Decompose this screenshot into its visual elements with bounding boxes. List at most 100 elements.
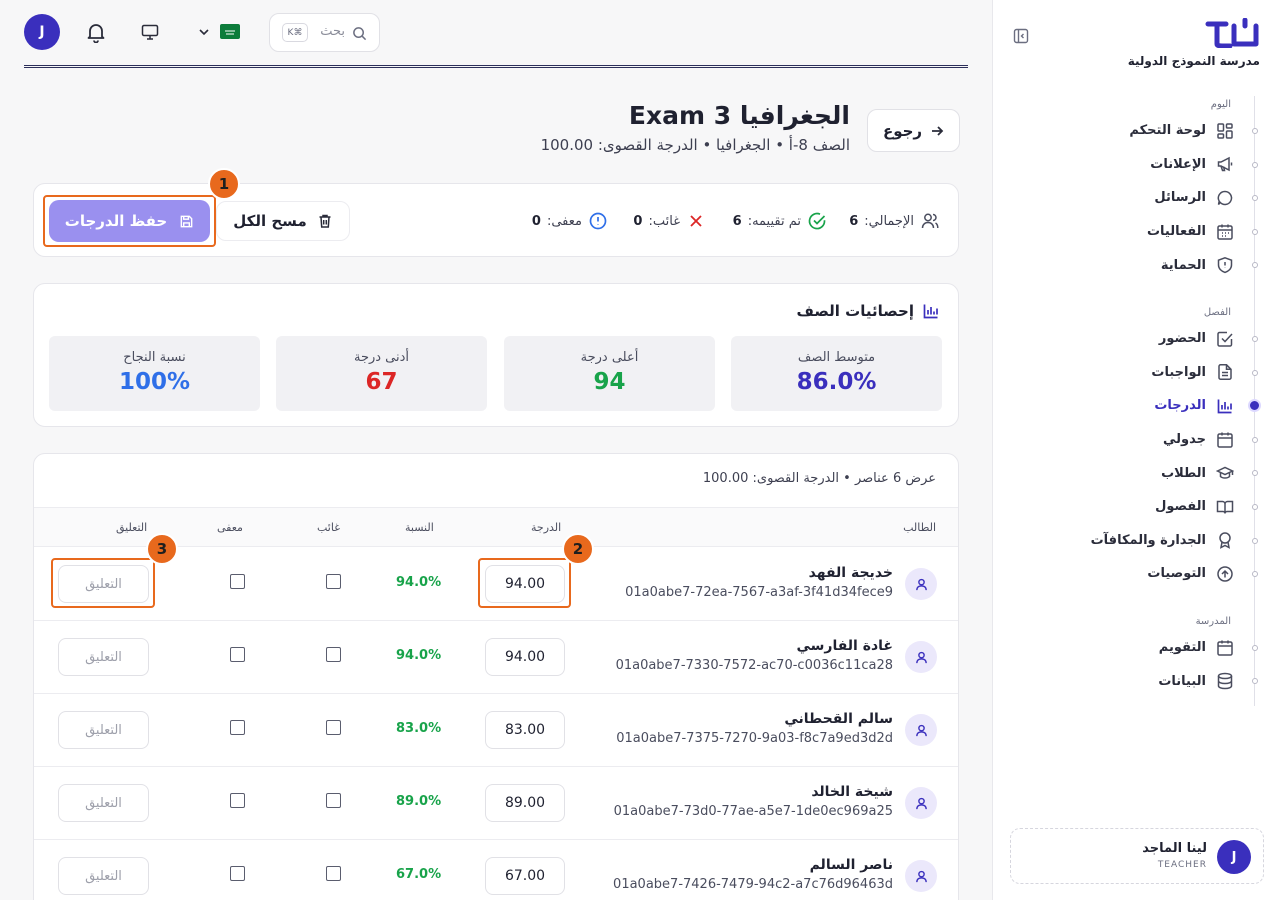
brand-logo[interactable] [1204, 18, 1260, 48]
absent-checkbox[interactable] [326, 793, 341, 808]
exempt-checkbox[interactable] [230, 647, 245, 662]
stat-graded-value: 6 [732, 213, 742, 229]
absent-checkbox[interactable] [326, 647, 341, 662]
sidebar-item-safeguarding[interactable]: الحماية [992, 248, 1280, 282]
absent-checkbox[interactable] [326, 720, 341, 735]
nav-dot [1252, 161, 1258, 168]
user-avatar-button[interactable]: J [24, 14, 60, 50]
chevron-down-icon[interactable] [197, 25, 211, 39]
sidebar-item-announcements[interactable]: الإعلانات [992, 148, 1280, 182]
comment-input[interactable]: التعليق [58, 784, 149, 822]
comment-input[interactable]: التعليق [58, 711, 149, 749]
header-grade: الدرجة [531, 521, 562, 534]
sidebar-item-assignments[interactable]: الواجبات [992, 356, 1280, 390]
exempt-checkbox[interactable] [230, 574, 245, 589]
sidebar-item-calendar[interactable]: التقويم [992, 631, 1280, 665]
nav-dot [1252, 128, 1258, 134]
grade-input[interactable]: 67.00 [485, 857, 565, 895]
header-percent: النسبة [405, 521, 434, 534]
stat-box-value: 86.0% [796, 369, 877, 395]
avatar: J [1217, 840, 1251, 874]
stat-box-caption: أدنى درجة [353, 350, 410, 365]
student-name: غادة الفارسي [796, 638, 893, 654]
nav-dot-active [1250, 401, 1259, 411]
annotation-badge-2: 2 [562, 533, 594, 565]
sidebar-item-messages[interactable]: الرسائل [992, 181, 1280, 215]
comment-input[interactable]: التعليق [58, 857, 149, 895]
clear-all-button[interactable]: مسح الكل [216, 201, 350, 241]
search-box[interactable]: بحث K⌘ [269, 13, 380, 52]
stat-box-value: 67 [365, 369, 398, 395]
percent-value: 83.0% [396, 721, 442, 736]
grade-input[interactable]: 94.00 [485, 638, 565, 676]
arrow-right-icon [932, 125, 944, 136]
user-profile-card[interactable]: J لينا الماجد TEACHER [1010, 828, 1264, 884]
bar-chart-icon [923, 304, 938, 319]
exempt-checkbox[interactable] [230, 866, 245, 881]
document-icon [1218, 364, 1232, 381]
alert-circle-icon [589, 212, 607, 230]
exempt-checkbox[interactable] [230, 793, 245, 808]
trash-icon [319, 214, 331, 228]
stat-exempt: معفى: 0 [532, 211, 608, 231]
student-name: خديجة الفهد [808, 565, 893, 581]
grade-input[interactable]: 83.00 [485, 711, 565, 749]
sidebar-item-label: الرسائل [1154, 190, 1206, 206]
sidebar-item-grades[interactable]: الدرجات [992, 389, 1280, 423]
sidebar-item-label: التقويم [1158, 640, 1206, 656]
nav-dot [1252, 503, 1258, 510]
exempt-checkbox[interactable] [230, 720, 245, 735]
arrow-up-circle-icon [1217, 566, 1233, 582]
sidebar-item-events[interactable]: الفعاليات [992, 215, 1280, 249]
table-row: ناصر السالم 01a0abe7-7426-7479-94c2-a7c7… [34, 840, 958, 900]
nav-dot [1252, 678, 1258, 685]
sidebar-item-label: التوصيات [1147, 566, 1206, 582]
header-student: الطالب [903, 521, 936, 534]
stat-absent-value: 0 [633, 213, 643, 229]
school-name: مدرسة النموذج الدولية [1127, 54, 1260, 68]
sidebar-item-my-schedule[interactable]: جدولي [992, 423, 1280, 457]
student-id: 01a0abe7-7330-7572-ac70-c0036c11ca28 [615, 658, 893, 673]
saudi-flag-icon[interactable] [220, 24, 240, 39]
stat-box-caption: أعلى درجة [580, 350, 639, 365]
sidebar-item-merits[interactable]: الجدارة والمكافآت [992, 524, 1280, 558]
grade-input[interactable]: 89.00 [485, 784, 565, 822]
table-row: غادة الفارسي 01a0abe7-7330-7572-ac70-c00… [34, 621, 958, 694]
sidebar-item-students[interactable]: الطلاب [992, 456, 1280, 490]
absent-checkbox[interactable] [326, 574, 341, 589]
monitor-icon[interactable] [141, 23, 159, 41]
bell-icon[interactable] [85, 21, 107, 43]
sidebar-item-attendance[interactable]: الحضور [992, 322, 1280, 356]
stat-box-pass-rate: نسبة النجاح 100% [49, 336, 260, 411]
sidebar-item-dashboard[interactable]: لوحة التحكم [992, 114, 1280, 148]
chat-icon [1217, 190, 1233, 206]
stat-absent-label: غائب: [648, 213, 680, 229]
stat-exempt-label: معفى: [546, 213, 582, 229]
nav-section-school: المدرسة [1195, 615, 1231, 627]
user-icon [915, 870, 927, 882]
student-avatar [905, 714, 937, 746]
flag-emblem-icon [225, 30, 235, 34]
calendar-icon [1217, 640, 1233, 656]
sidebar-item-classes[interactable]: الفصول [992, 490, 1280, 524]
grades-table: عرض 6 عناصر • الدرجة القصوى: 100.00 الطا… [33, 453, 959, 900]
sidebar-item-label: جدولي [1163, 432, 1206, 448]
nav-section-class: الفصل [1203, 306, 1231, 318]
percent-value: 89.0% [396, 794, 442, 809]
sidebar-item-data[interactable]: البيانات [992, 664, 1280, 698]
sidebar-item-recommendations[interactable]: التوصيات [992, 557, 1280, 591]
sidebar-item-label: الطلاب [1161, 465, 1206, 481]
user-icon [915, 724, 927, 736]
sidebar-collapse-icon[interactable] [1013, 28, 1029, 44]
sidebar-nav: اليوم لوحة التحكم الإعلانات الرسائل الفع… [992, 96, 1280, 698]
table-info: عرض 6 عناصر • الدرجة القصوى: 100.00 [702, 471, 936, 486]
annotation-badge-3: 3 [146, 533, 178, 565]
back-button[interactable]: رجوع [867, 109, 960, 152]
book-icon [1216, 500, 1234, 514]
absent-checkbox[interactable] [326, 866, 341, 881]
nav-dot [1252, 537, 1258, 544]
award-icon [1219, 532, 1231, 550]
comment-input[interactable]: التعليق [58, 638, 149, 676]
stat-box-value: 100% [118, 369, 191, 395]
stat-total-value: 6 [849, 213, 859, 229]
